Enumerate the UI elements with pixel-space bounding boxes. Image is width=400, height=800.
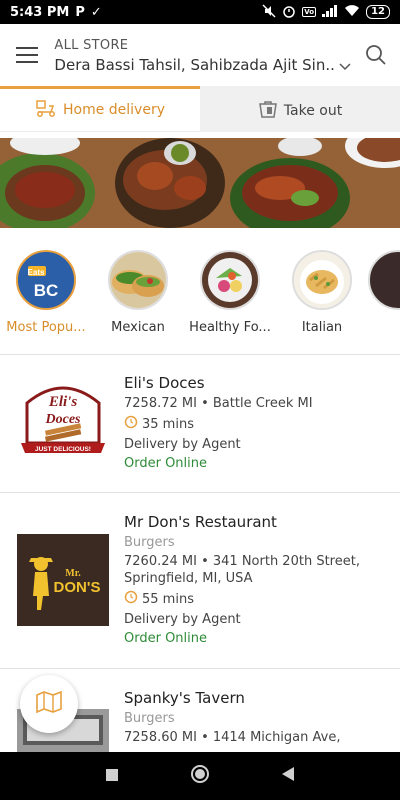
restaurant-card-mr-dons[interactable]: Mr. DON'S Mr Don's Restaurant Burgers 72… [0, 493, 400, 668]
hamburger-menu-icon[interactable] [0, 24, 54, 86]
tab-take-out[interactable]: Take out [200, 86, 400, 132]
tab-label: Take out [283, 102, 343, 119]
mute-icon [262, 3, 276, 21]
elis-logo-line1: Eli's [48, 394, 78, 410]
restaurant-name: Spanky's Tavern [124, 689, 245, 707]
category-carousel: Eats BC Most Popu... Mexican Healthy Fo.… [0, 250, 400, 342]
mexican-food-image [108, 250, 168, 310]
status-bar: 5:43 PM P ✓ Vo 12 [0, 0, 400, 24]
chevron-down-icon [339, 56, 351, 75]
category-most-popular[interactable]: Eats BC Most Popu... [0, 250, 92, 342]
category-label: Italian [301, 320, 343, 335]
restaurant-distance-address: 7260.24 MI • 341 North 20th Street, Spri… [124, 554, 360, 586]
order-online-link[interactable]: Order Online [124, 456, 384, 471]
restaurant-name: Mr Don's Restaurant [124, 513, 277, 531]
signal-icon [322, 4, 338, 20]
mr-dons-logo: Mr. DON'S [17, 534, 109, 626]
app-root: 5:43 PM P ✓ Vo 12 ALL STORE Dera Bassi T… [0, 0, 400, 800]
restaurant-distance-address: 7258.72 MI • Battle Creek MI [124, 396, 313, 411]
tab-home-delivery[interactable]: Home delivery [0, 86, 200, 132]
delivery-time: 35 mins [142, 416, 194, 432]
elis-logo-tagline: JUST DELICIOUS! [35, 446, 91, 453]
time-clock-icon [124, 590, 138, 608]
healthy-food-image [200, 250, 260, 310]
eatsbc-logo-top: Eats [28, 268, 45, 277]
search-icon[interactable] [351, 24, 400, 86]
takeout-bag-icon [258, 100, 278, 122]
battery-indicator: 12 [366, 5, 390, 19]
restaurant-name: Eli's Doces [124, 374, 205, 392]
italian-food-image [292, 250, 352, 310]
check-notification-icon: ✓ [90, 4, 102, 20]
location-text: Dera Bassi Tahsil, Sahibzada Ajit Sin... [54, 56, 337, 74]
category-italian[interactable]: Italian [276, 250, 368, 342]
restaurant-card-elis-doces[interactable]: Eli's Doces JUST DELICIOUS! Eli's Doces … [0, 355, 400, 492]
time-clock-icon [124, 415, 138, 433]
delivery-time: 55 mins [142, 591, 194, 607]
store-label: ALL STORE [54, 37, 129, 53]
eatsbc-logo-bottom: BC [34, 281, 59, 300]
status-time: 5:43 PM [10, 4, 70, 20]
delivery-method: Delivery by Agent [124, 612, 241, 627]
mr-dons-logo-line2: DON'S [54, 579, 101, 596]
app-header: ALL STORE Dera Bassi Tahsil, Sahibzada A… [0, 24, 400, 86]
tab-label: Home delivery [62, 102, 165, 118]
restaurant-cuisine: Burgers [124, 535, 175, 550]
restaurant-distance-address: 7258.60 MI • 1414 Michigan Ave, [124, 730, 341, 745]
delivery-scooter-icon [35, 99, 57, 121]
volte-icon: Vo [302, 7, 317, 17]
category-label: Mexican [111, 320, 165, 335]
location-selector[interactable]: ALL STORE Dera Bassi Tahsil, Sahibzada A… [54, 36, 351, 75]
elis-doces-logo: Eli's Doces JUST DELICIOUS! [17, 373, 109, 465]
category-label: Healthy Fo... [189, 320, 271, 335]
delivery-mode-tabs: Home delivery Take out [0, 86, 400, 132]
recents-square-icon[interactable] [105, 767, 119, 786]
back-triangle-icon[interactable] [281, 766, 295, 786]
category-partial-image [368, 250, 400, 310]
home-circle-icon[interactable] [190, 764, 210, 788]
category-partial[interactable] [368, 250, 400, 342]
delivery-method: Delivery by Agent [124, 437, 241, 452]
alarm-icon [282, 4, 296, 21]
paytm-icon: P [75, 4, 85, 20]
category-label: Most Popu... [6, 320, 86, 335]
category-mexican[interactable]: Mexican [92, 250, 184, 342]
order-online-link[interactable]: Order Online [124, 631, 384, 646]
category-healthy-food[interactable]: Healthy Fo... [184, 250, 276, 342]
category-eatsbc-logo: Eats BC [16, 250, 76, 310]
promo-banner-image[interactable] [0, 138, 400, 228]
wifi-icon [344, 4, 360, 20]
mr-dons-logo-line1: Mr. [65, 568, 81, 579]
restaurant-cuisine: Burgers [124, 711, 175, 726]
map-view-button[interactable] [20, 675, 78, 733]
system-navigation-bar [0, 752, 400, 800]
map-icon [36, 690, 62, 717]
